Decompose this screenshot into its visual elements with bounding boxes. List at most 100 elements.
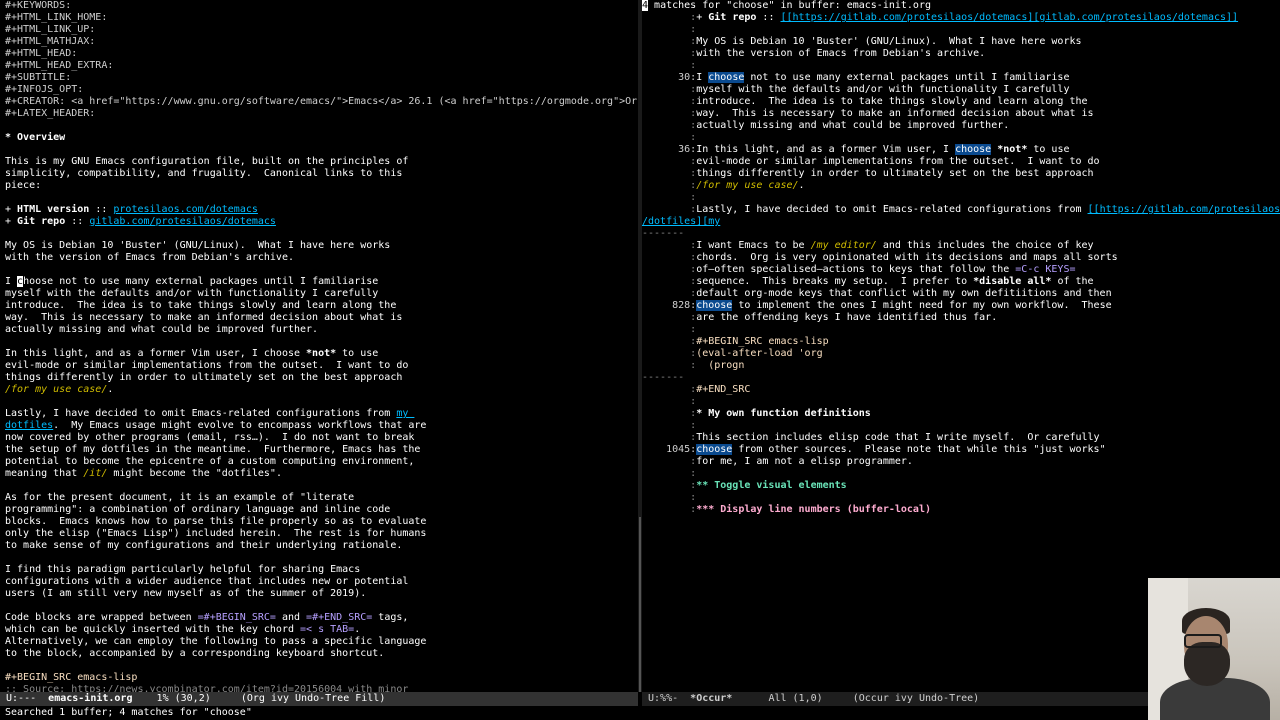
buffer-line[interactable]: :: [642, 324, 696, 336]
buffer-line[interactable]: :Lastly, I have decided to omit Emacs-re…: [642, 204, 1280, 216]
org-link[interactable]: protesilaos.com/dotemacs: [113, 204, 258, 215]
buffer-line[interactable]: :: [642, 492, 696, 504]
buffer-line[interactable]: :My OS is Debian 10 'Buster' (GNU/Linux)…: [642, 36, 1081, 48]
buffer-line[interactable]: with the version of Emacs from Debian's …: [5, 252, 294, 264]
modeline-buffer-name[interactable]: emacs-init.org: [48, 693, 132, 704]
buffer-line[interactable]: programming": a combination of ordinary …: [5, 504, 390, 516]
buffer-line[interactable]: :(eval-after-load 'org: [642, 348, 822, 360]
buffer-line[interactable]: #+INFOJS_OPT:: [5, 84, 83, 96]
buffer-line[interactable]: evil-mode or similar implementations fro…: [5, 360, 408, 372]
buffer-line[interactable]: myself with the defaults and/or with fun…: [5, 288, 378, 300]
buffer-line[interactable]: :: [642, 468, 696, 480]
buffer-line[interactable]: :/for my use case/.: [642, 180, 804, 192]
editor-pane-left[interactable]: #+KEYWORDS: #+HTML_LINK_HOME: #+HTML_LINK_…: [0, 0, 638, 692]
org-link[interactable]: [[https://gitlab.com/protesilaos: [1088, 204, 1280, 215]
buffer-line[interactable]: :: [642, 24, 696, 36]
buffer-line[interactable]: :** Toggle visual elements: [642, 480, 847, 492]
search-match[interactable]: choose: [696, 300, 733, 311]
buffer-line[interactable]: potential to become the epicentre of a c…: [5, 456, 414, 468]
buffer-line[interactable]: to the block, accompanied by a correspon…: [5, 648, 384, 660]
buffer-line[interactable]: + HTML version :: protesilaos.com/dotema…: [5, 204, 258, 216]
buffer-line[interactable]: :are the offending keys I have identifie…: [642, 312, 997, 324]
buffer-line[interactable]: #+HTML_LINK_UP:: [5, 24, 95, 36]
buffer-line[interactable]: introduce. The idea is to take things sl…: [5, 300, 396, 312]
buffer-line[interactable]: :with the version of Emacs from Debian's…: [642, 48, 985, 60]
buffer-line[interactable]: 1045:choose from other sources. Please n…: [642, 444, 1106, 456]
buffer-line[interactable]: ;; Source: https://news.ycombinator.com/…: [5, 684, 408, 692]
buffer-line[interactable]: * Overview: [5, 132, 65, 144]
buffer-line[interactable]: Code blocks are wrapped between =#+BEGIN…: [5, 612, 408, 624]
buffer-line[interactable]: piece:: [5, 180, 41, 192]
org-link[interactable]: dotfiles: [5, 420, 53, 431]
buffer-line[interactable]: :for me, I am not a elisp programmer.: [642, 456, 913, 468]
buffer-line[interactable]: :of—often specialised—actions to keys th…: [642, 264, 1075, 276]
buffer-line[interactable]: meaning that /it/ might become the "dotf…: [5, 468, 282, 480]
buffer-line[interactable]: :This section includes elisp code that I…: [642, 432, 1099, 444]
buffer-line[interactable]: #+SUBTITLE:: [5, 72, 71, 84]
buffer-line[interactable]: :way. This is necessary to make an infor…: [642, 108, 1093, 120]
buffer-line[interactable]: #+BEGIN_SRC emacs-lisp: [5, 672, 137, 684]
search-match[interactable]: choose: [696, 444, 733, 455]
buffer-line[interactable]: :: [642, 420, 696, 432]
buffer-line[interactable]: #+HTML_MATHJAX:: [5, 36, 95, 48]
buffer-line[interactable]: :+ Git repo :: [[https://gitlab.com/prot…: [642, 12, 1238, 24]
buffer-line[interactable]: #+LATEX_HEADER:: [5, 108, 95, 120]
buffer-line[interactable]: 30:I choose not to use many external pac…: [642, 72, 1069, 84]
buffer-line[interactable]: :myself with the defaults and/or with fu…: [642, 84, 1069, 96]
buffer-line[interactable]: :#+BEGIN_SRC emacs-lisp: [642, 336, 828, 348]
buffer-line[interactable]: configurations with a wider audience tha…: [5, 576, 408, 588]
modeline-modes[interactable]: (Org ivy Undo-Tree Fill): [241, 693, 386, 704]
modeline-modes[interactable]: (Occur ivy Undo-Tree): [853, 693, 979, 704]
buffer-line[interactable]: /for my use case/.: [5, 384, 113, 396]
buffer-line[interactable]: #+HTML_LINK_HOME:: [5, 12, 107, 24]
buffer-line[interactable]: :default org-mode keys that conflict wit…: [642, 288, 1111, 300]
buffer-line[interactable]: /dotfiles][my: [642, 216, 720, 228]
search-match[interactable]: choose: [708, 72, 745, 83]
buffer-line[interactable]: 4 matches for "choose" in buffer: emacs-…: [642, 0, 931, 12]
modeline-left[interactable]: U:--- emacs-init.org 1% (30,2) (Org ivy …: [0, 692, 638, 706]
buffer-line[interactable]: things differently in order to ultimatel…: [5, 372, 402, 384]
buffer-line[interactable]: #+HTML_HEAD:: [5, 48, 77, 60]
buffer-line[interactable]: :* My own function definitions: [642, 408, 871, 420]
buffer-line[interactable]: users (I am still very new myself as of …: [5, 588, 366, 600]
buffer-line[interactable]: As for the present document, it is an ex…: [5, 492, 354, 504]
buffer-line[interactable]: : (progn: [642, 360, 744, 372]
buffer-line[interactable]: In this light, and as a former Vim user,…: [5, 348, 378, 360]
org-link[interactable]: [[https://gitlab.com/protesilaos/dotemac…: [781, 12, 1239, 23]
buffer-line[interactable]: I find this paradigm particularly helpfu…: [5, 564, 360, 576]
buffer-line[interactable]: #+HTML_HEAD_EXTRA:: [5, 60, 113, 72]
buffer-line[interactable]: :#+END_SRC: [642, 384, 750, 396]
buffer-line[interactable]: :sequence. This breaks my setup. I prefe…: [642, 276, 1093, 288]
buffer-line[interactable]: now covered by other programs (email, rs…: [5, 432, 414, 444]
buffer-line[interactable]: dotfiles. My Emacs usage might evolve to…: [5, 420, 426, 432]
buffer-line[interactable]: way. This is necessary to make an inform…: [5, 312, 402, 324]
buffer-line[interactable]: :: [642, 60, 696, 72]
org-link[interactable]: gitlab.com/protesilaos/dotemacs: [89, 216, 276, 227]
buffer-line[interactable]: simplicity, compatibility, and frugality…: [5, 168, 402, 180]
buffer-line[interactable]: 828:choose to implement the ones I might…: [642, 300, 1112, 312]
buffer-line[interactable]: :introduce. The idea is to take things s…: [642, 96, 1087, 108]
buffer-line[interactable]: :actually missing and what could be impr…: [642, 120, 1009, 132]
buffer-line[interactable]: #+KEYWORDS:: [5, 0, 71, 12]
buffer-line[interactable]: :: [642, 192, 696, 204]
buffer-line[interactable]: I choose not to use many external packag…: [5, 276, 378, 288]
buffer-line[interactable]: :I want Emacs to be /my editor/ and this…: [642, 240, 1093, 252]
modeline-buffer-name[interactable]: *Occur*: [690, 693, 732, 704]
buffer-line[interactable]: #+CREATOR: <a href="https://www.gnu.org/…: [5, 96, 637, 108]
scrollbar-thumb[interactable]: [639, 517, 641, 692]
buffer-line[interactable]: the setup of my dotfiles in the meantime…: [5, 444, 420, 456]
org-link[interactable]: my: [396, 408, 414, 419]
buffer-line[interactable]: which can be quickly inserted with the k…: [5, 624, 360, 636]
buffer-line[interactable]: :chords. Org is very opinionated with it…: [642, 252, 1117, 264]
buffer-line[interactable]: -------: [642, 228, 684, 240]
buffer-line[interactable]: actually missing and what could be impro…: [5, 324, 318, 336]
buffer-line[interactable]: to make sense of my configurations and t…: [5, 540, 402, 552]
buffer-line[interactable]: :: [642, 132, 696, 144]
buffer-line[interactable]: :things differently in order to ultimate…: [642, 168, 1093, 180]
buffer-line[interactable]: 36:In this light, and as a former Vim us…: [642, 144, 1070, 156]
buffer-line[interactable]: + Git repo :: gitlab.com/protesilaos/dot…: [5, 216, 276, 228]
buffer-line[interactable]: My OS is Debian 10 'Buster' (GNU/Linux).…: [5, 240, 390, 252]
buffer-line[interactable]: only the elisp ("Emacs Lisp") included h…: [5, 528, 426, 540]
buffer-line[interactable]: -------: [642, 372, 684, 384]
buffer-line[interactable]: :evil-mode or similar implementations fr…: [642, 156, 1099, 168]
